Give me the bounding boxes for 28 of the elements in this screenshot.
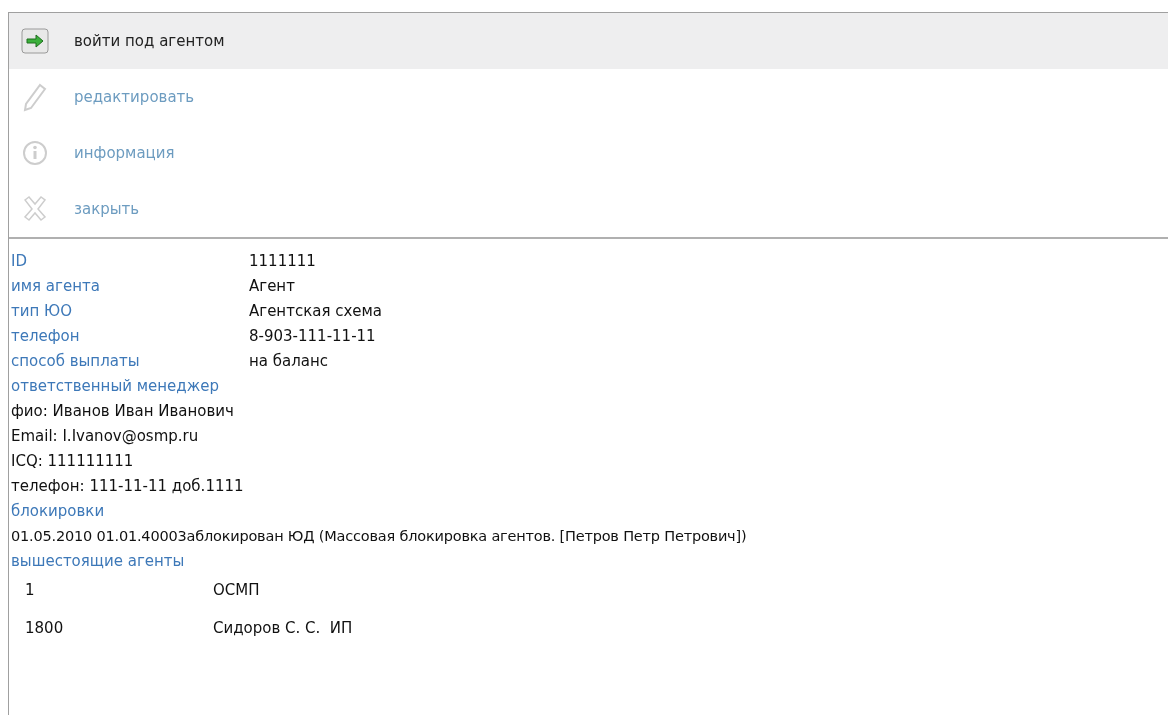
- menu-label: информация: [74, 144, 175, 162]
- menu-item[interactable]: войти под агентом: [9, 13, 1168, 69]
- field-label: способ выплаты: [11, 351, 141, 372]
- table-cell-text: ОСМП: [213, 580, 261, 601]
- menu-label: редактировать: [74, 88, 195, 106]
- manager-line: телефон: 111-11-11 доб.1111: [11, 476, 245, 497]
- section-heading: блокировки: [11, 501, 106, 522]
- menu-label: войти под агентом: [74, 32, 225, 50]
- section-heading: ответственный менеджер: [11, 376, 220, 397]
- field-value: на баланс: [249, 351, 329, 372]
- manager-line: фио: Иванов Иван Иванович: [11, 401, 235, 422]
- field-value: Агентская схема: [249, 301, 383, 322]
- table-cell-text: 1800: [25, 618, 65, 639]
- info-icon: [20, 138, 50, 168]
- field-value: Агент: [249, 276, 295, 297]
- field-label: телефон: [11, 326, 81, 347]
- field-label: имя агента: [11, 276, 101, 297]
- field-label: тип ЮО: [11, 301, 74, 322]
- field-value: 8-903-111-11-11: [249, 326, 376, 347]
- field-value: 1111111: [249, 251, 316, 272]
- field-label: ID: [11, 251, 28, 272]
- section-heading: вышестоящие агенты: [11, 551, 186, 572]
- table-cell-text: 1: [25, 580, 36, 601]
- block-entry: 01.05.2010 01.01.40003аблокирован ЮД (Массовая блокировка агентов. [Петров Петр Петрович]): [11, 527, 748, 546]
- manager-line: ICQ: 111111111: [11, 451, 135, 472]
- manager-line: Email: I.Ivanov@osmp.ru: [11, 426, 200, 447]
- menu-label: закрыть: [74, 200, 140, 218]
- table-cell-text: Сидоров С. С. ИП: [213, 618, 353, 639]
